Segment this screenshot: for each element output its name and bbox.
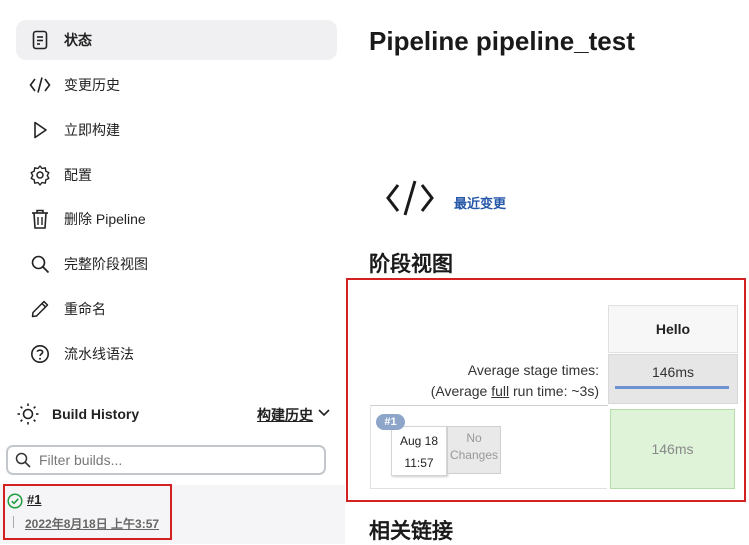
stage-average-bar [615, 386, 729, 389]
stage-divider [370, 405, 608, 406]
run-date: Aug 18 [399, 434, 439, 448]
sidebar-item-label: 状态 [64, 32, 92, 48]
run-changes-line1: No [466, 431, 482, 445]
search-icon [28, 252, 52, 276]
sidebar-item-delete-pipeline[interactable]: 删除 Pipeline [16, 199, 337, 239]
trash-icon [28, 207, 52, 231]
stage-run-cell[interactable]: 146ms [610, 409, 735, 489]
avg-full-suffix: run time: ~3s) [509, 383, 599, 399]
play-icon [28, 118, 52, 142]
full-run-link[interactable]: full [491, 383, 509, 399]
sidebar-item-label: 重命名 [64, 301, 106, 317]
sidebar-item-changes[interactable]: 变更历史 [16, 65, 337, 105]
build-highlight-box [3, 484, 172, 540]
stage-header-hello: Hello [608, 305, 738, 353]
run-changes-box: No Changes [447, 426, 501, 474]
pencil-icon [28, 297, 52, 321]
run-time: 11:57 [404, 456, 434, 470]
build-history-title: Build History [52, 406, 140, 422]
sidebar-item-full-stage-view[interactable]: 完整阶段视图 [16, 244, 337, 284]
sidebar-item-label: 立即构建 [64, 122, 120, 138]
sidebar-item-configure[interactable]: 配置 [16, 155, 337, 195]
run-changes-line2: Changes [449, 448, 499, 462]
run-date-card[interactable]: Aug 18 11:57 [391, 426, 447, 476]
sidebar-item-label: 流水线语法 [64, 346, 134, 362]
filter-builds-field[interactable] [6, 445, 326, 475]
status-document-icon [28, 28, 52, 52]
sidebar-item-rename[interactable]: 重命名 [16, 289, 337, 329]
related-links-heading: 相关链接 [369, 520, 453, 543]
page-title: Pipeline pipeline_test [369, 26, 635, 56]
sidebar-item-label: 完整阶段视图 [64, 256, 148, 272]
sidebar: 状态 变更历史 立即构建 配置 删除 Pipeline 完整阶段视图 重命名 流… [0, 0, 345, 544]
sidebar-item-status[interactable]: 状态 [16, 20, 337, 60]
build-history-header: Build History 构建历史 [16, 398, 337, 430]
sidebar-item-label: 删除 Pipeline [64, 211, 146, 227]
sidebar-item-label: 变更历史 [64, 77, 120, 93]
sidebar-item-label: 配置 [64, 167, 92, 183]
search-icon [15, 452, 31, 468]
run-badge[interactable]: #1 [376, 414, 405, 430]
sidebar-item-pipeline-syntax[interactable]: 流水线语法 [16, 334, 337, 374]
avg-full-prefix: (Average [430, 383, 492, 399]
gear-icon [28, 163, 52, 187]
help-icon [28, 342, 52, 366]
recent-changes-link[interactable]: 最近变更 [454, 193, 506, 212]
average-full-run-time: (Average full run time: ~3s) [431, 383, 599, 399]
build-history-link[interactable]: 构建历史 [257, 405, 313, 425]
stage-view-heading: 阶段视图 [369, 253, 453, 276]
build-history-sun-icon [16, 402, 40, 426]
code-icon [385, 178, 435, 223]
stage-average-time: 146ms [651, 364, 695, 380]
filter-builds-input[interactable] [37, 451, 311, 469]
code-icon [28, 73, 52, 97]
average-stage-times-label: Average stage times: [467, 362, 599, 378]
stage-average-cell: 146ms [608, 354, 738, 404]
sidebar-item-build-now[interactable]: 立即构建 [16, 110, 337, 150]
chevron-down-icon[interactable] [317, 403, 331, 428]
